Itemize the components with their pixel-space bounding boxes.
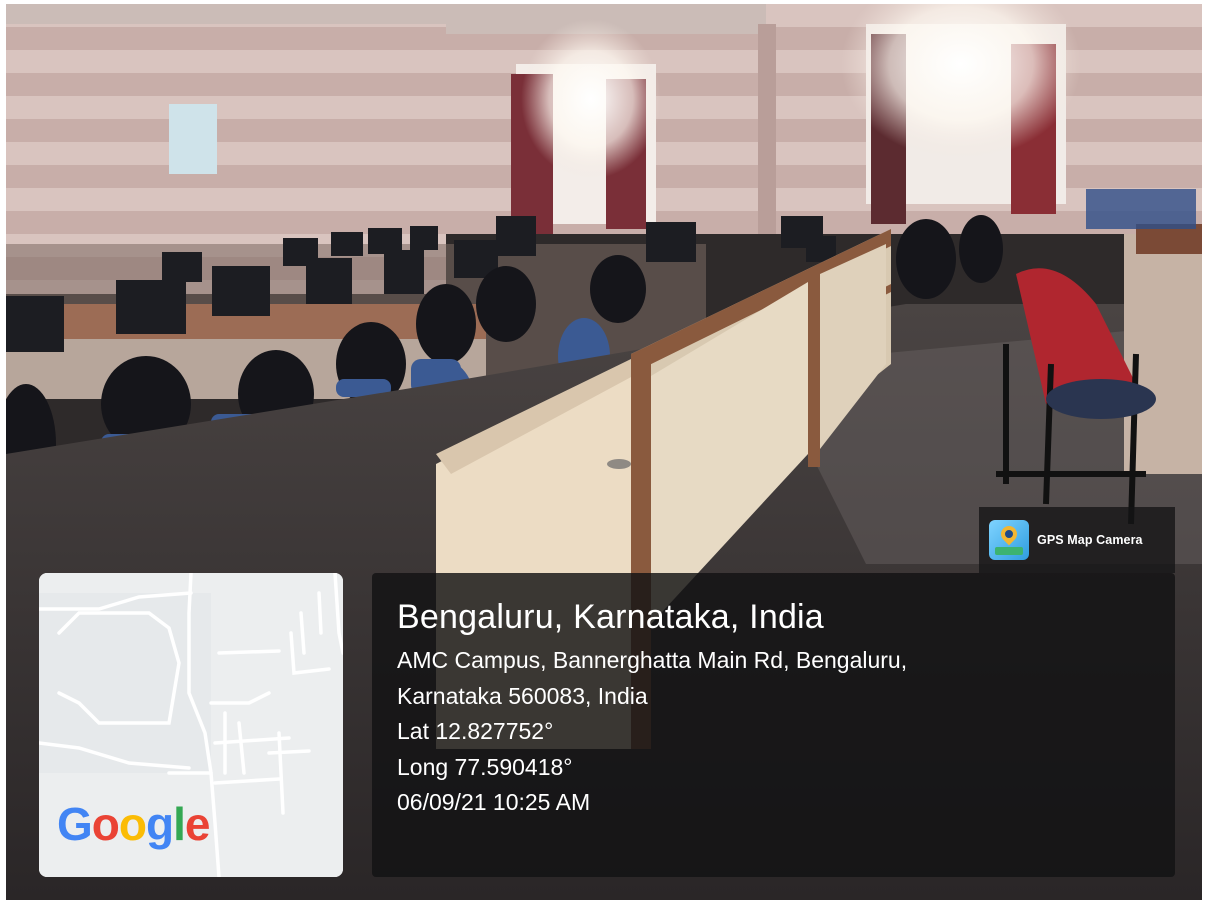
google-logo-letter: e (184, 798, 211, 850)
address-line-2: Karnataka 560083, India (397, 682, 648, 709)
badge-label: GPS Map Camera (1037, 533, 1143, 547)
gps-map-camera-icon (989, 520, 1029, 560)
google-logo-letter: g (146, 798, 174, 850)
timestamp: 06/09/21 10:25 AM (397, 789, 591, 815)
gps-map-camera-badge: GPS Map Camera (979, 507, 1175, 573)
google-logo-letter: o (118, 798, 147, 850)
map-thumbnail: Google (39, 573, 343, 877)
city-line: Bengaluru, Karnataka, India (397, 598, 824, 636)
latitude: Lat 12.827752° (397, 718, 554, 744)
longitude: Long 77.590418° (397, 753, 573, 780)
google-logo-letter: o (91, 798, 120, 850)
google-logo-letter: G (57, 798, 93, 850)
address-line-1: AMC Campus, Bannerghatta Main Rd, Bengal… (397, 647, 908, 673)
photo-frame: GPS Map Camera Google Bengaluru, Karnata… (6, 4, 1202, 900)
location-info-panel: Bengaluru, Karnataka, India AMC Campus, … (372, 573, 1175, 877)
google-logo-letter: l (173, 798, 186, 850)
google-logo: Google (57, 798, 211, 850)
